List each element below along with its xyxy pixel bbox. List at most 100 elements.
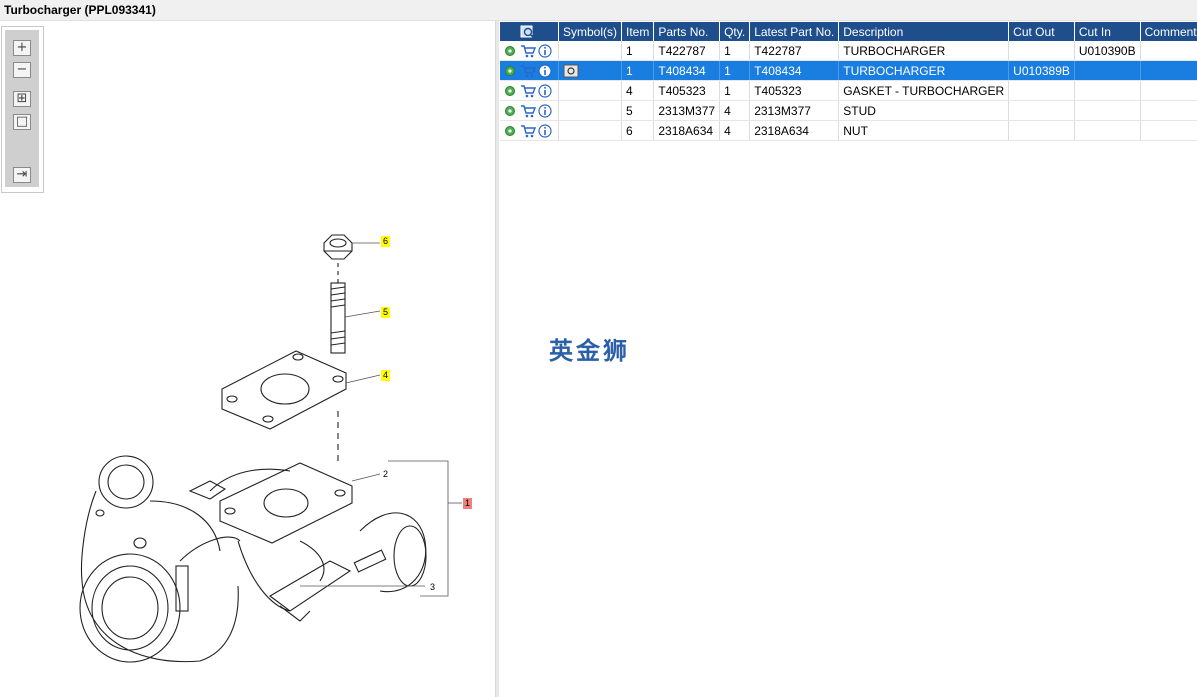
row-actions bbox=[500, 60, 559, 81]
cell-cut-out bbox=[1008, 120, 1075, 141]
cell-item: 6 bbox=[621, 120, 655, 141]
gear-icon[interactable] bbox=[504, 84, 518, 98]
cell-qty: 1 bbox=[719, 41, 751, 61]
cell-cut-in bbox=[1074, 60, 1141, 81]
info-icon[interactable] bbox=[538, 124, 552, 138]
cell-cut-out bbox=[1008, 100, 1075, 121]
cell-parts-no: 2318A634 bbox=[653, 120, 721, 141]
cell-cut-out bbox=[1008, 41, 1075, 61]
cell-item: 1 bbox=[621, 41, 655, 61]
search-icon bbox=[520, 25, 535, 39]
info-icon[interactable] bbox=[538, 44, 552, 58]
turbocharger-drawing bbox=[79, 455, 427, 663]
row-actions bbox=[500, 100, 559, 121]
callout-4[interactable]: 4 bbox=[381, 370, 390, 381]
row-actions bbox=[500, 120, 559, 141]
nut-drawing bbox=[323, 234, 353, 260]
gear-icon[interactable] bbox=[504, 124, 518, 138]
gear-icon[interactable] bbox=[504, 44, 518, 58]
table-row[interactable]: 5 2313M377 4 2313M377 STUD bbox=[500, 100, 1197, 121]
info-icon[interactable] bbox=[538, 64, 552, 78]
cell-item: 4 bbox=[621, 80, 655, 101]
symbol-icon[interactable] bbox=[563, 64, 579, 78]
column-header-cut-out[interactable]: Cut Out bbox=[1008, 22, 1075, 41]
callout-3[interactable]: 3 bbox=[428, 582, 437, 593]
cell-latest-part-no: T408434 bbox=[749, 60, 840, 81]
cell-qty: 1 bbox=[719, 60, 751, 81]
cell-cut-out bbox=[1008, 80, 1075, 101]
title-bar: Turbocharger (PPL093341) bbox=[0, 0, 1197, 21]
cell-parts-no: T408434 bbox=[653, 60, 721, 81]
cell-comment bbox=[1140, 80, 1197, 101]
parts-list-pane: Symbol(s) Item Parts No. Qty. Latest Par… bbox=[499, 21, 1197, 697]
table-header-row: Symbol(s) Item Parts No. Qty. Latest Par… bbox=[500, 22, 1197, 41]
window-title: Turbocharger (PPL093341) bbox=[4, 3, 156, 17]
column-header-cut-in[interactable]: Cut In bbox=[1074, 22, 1141, 41]
cart-icon[interactable] bbox=[520, 104, 536, 118]
gasket-drawing bbox=[221, 350, 347, 430]
column-header-description[interactable]: Description bbox=[838, 22, 1010, 41]
callout-2[interactable]: 2 bbox=[381, 469, 390, 480]
exploded-diagram bbox=[79, 234, 462, 663]
column-header-item[interactable]: Item bbox=[621, 22, 655, 41]
cell-parts-no: 2313M377 bbox=[653, 100, 721, 121]
cart-icon[interactable] bbox=[520, 64, 536, 78]
cell-symbols bbox=[558, 80, 623, 101]
cell-latest-part-no: T422787 bbox=[749, 41, 840, 61]
column-header-parts-no[interactable]: Parts No. bbox=[653, 22, 721, 41]
cell-parts-no: T422787 bbox=[653, 41, 721, 61]
cell-comment bbox=[1140, 100, 1197, 121]
parts-table: Symbol(s) Item Parts No. Qty. Latest Par… bbox=[500, 22, 1197, 141]
info-icon[interactable] bbox=[538, 104, 552, 118]
watermark: 英金狮 bbox=[549, 337, 630, 365]
gear-icon[interactable] bbox=[504, 64, 518, 78]
cell-cut-out: U010389B bbox=[1008, 60, 1075, 81]
cart-icon[interactable] bbox=[520, 124, 536, 138]
cell-comment bbox=[1140, 120, 1197, 141]
info-icon[interactable] bbox=[538, 84, 552, 98]
cell-cut-in bbox=[1074, 120, 1141, 141]
table-row[interactable]: 1 T422787 1 T422787 TURBOCHARGER U010390B bbox=[500, 41, 1197, 61]
cell-symbols bbox=[558, 100, 623, 121]
cell-symbols bbox=[558, 41, 623, 61]
cell-description: TURBOCHARGER bbox=[838, 60, 1010, 81]
cell-description: NUT bbox=[838, 120, 1010, 141]
cell-parts-no: T405323 bbox=[653, 80, 721, 101]
callout-5[interactable]: 5 bbox=[381, 307, 390, 318]
cell-cut-in bbox=[1074, 80, 1141, 101]
stud-drawing bbox=[330, 282, 346, 354]
row-actions bbox=[500, 80, 559, 101]
cell-qty: 4 bbox=[719, 120, 751, 141]
table-row[interactable]: 4 T405323 1 T405323 GASKET - TURBOCHARGER bbox=[500, 80, 1197, 101]
cell-comment bbox=[1140, 60, 1197, 81]
cell-symbols bbox=[558, 60, 623, 81]
cart-icon[interactable] bbox=[520, 84, 536, 98]
cell-description: TURBOCHARGER bbox=[838, 41, 1010, 61]
column-header-search[interactable] bbox=[500, 22, 559, 41]
column-header-qty[interactable]: Qty. bbox=[719, 22, 751, 41]
cell-cut-in: U010390B bbox=[1074, 41, 1141, 61]
cell-description: STUD bbox=[838, 100, 1010, 121]
cell-symbols bbox=[558, 120, 623, 141]
cell-description: GASKET - TURBOCHARGER bbox=[838, 80, 1010, 101]
cell-comment bbox=[1140, 41, 1197, 61]
column-header-latest-part-no[interactable]: Latest Part No. bbox=[749, 22, 840, 41]
cell-latest-part-no: T405323 bbox=[749, 80, 840, 101]
diagram-pane[interactable]: + − ⊞ □ ⇥ 6 5 4 2 1 3 bbox=[0, 21, 495, 697]
callout-1[interactable]: 1 bbox=[463, 498, 472, 509]
cell-qty: 1 bbox=[719, 80, 751, 101]
table-row[interactable]: 1 T408434 1 T408434 TURBOCHARGER U010389B bbox=[500, 60, 1197, 81]
row-actions bbox=[500, 41, 559, 61]
gear-icon[interactable] bbox=[504, 104, 518, 118]
cell-cut-in bbox=[1074, 100, 1141, 121]
cell-latest-part-no: 2318A634 bbox=[749, 120, 840, 141]
column-header-symbols[interactable]: Symbol(s) bbox=[558, 22, 623, 41]
cart-icon[interactable] bbox=[520, 44, 536, 58]
table-row[interactable]: 6 2318A634 4 2318A634 NUT bbox=[500, 120, 1197, 141]
cell-qty: 4 bbox=[719, 100, 751, 121]
cell-latest-part-no: 2313M377 bbox=[749, 100, 840, 121]
cell-item: 1 bbox=[621, 60, 655, 81]
cell-item: 5 bbox=[621, 100, 655, 121]
callout-6[interactable]: 6 bbox=[381, 236, 390, 247]
column-header-comment[interactable]: Comment bbox=[1140, 22, 1197, 41]
